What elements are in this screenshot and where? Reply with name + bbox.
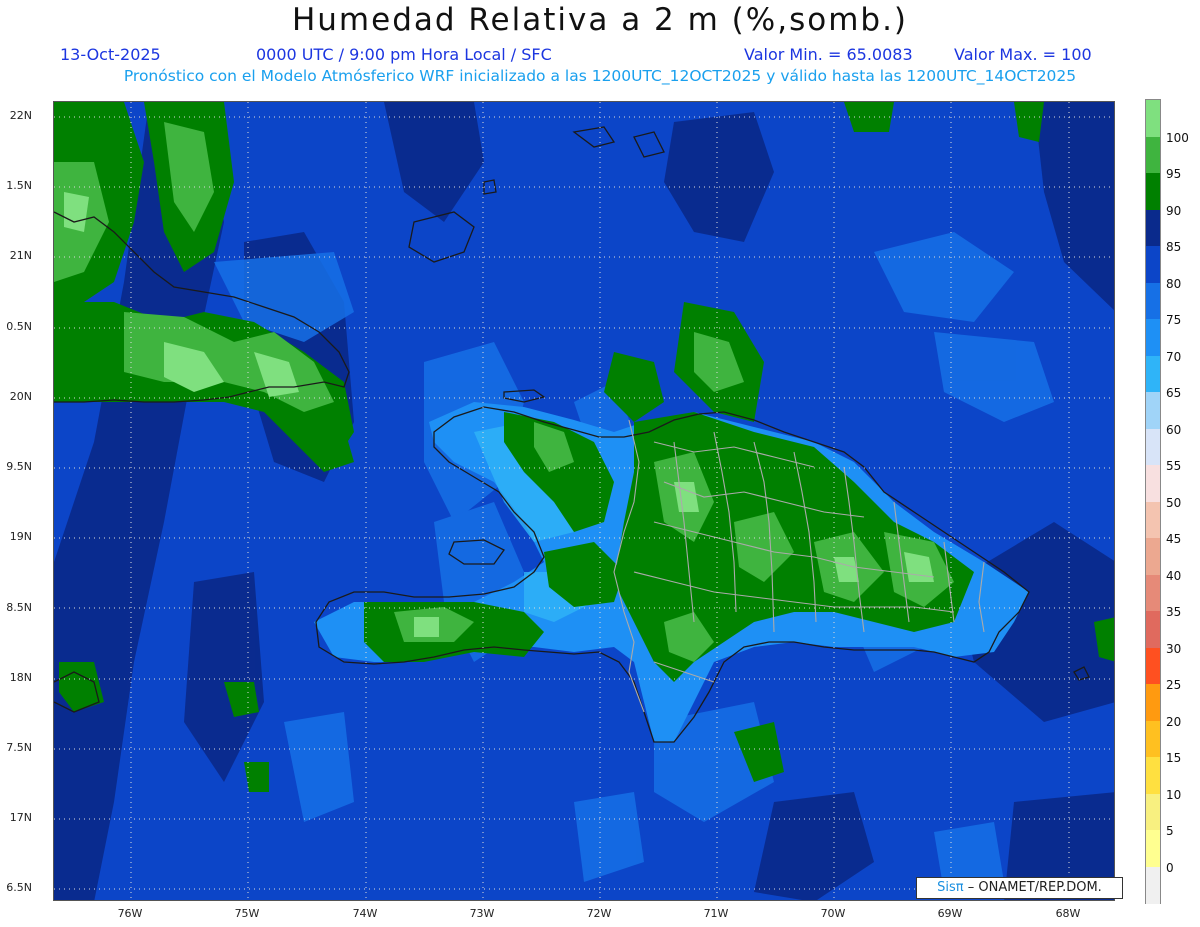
colorbar-label: 15 — [1166, 751, 1182, 765]
colorbar-segment — [1146, 209, 1160, 247]
colorbar-segment — [1146, 684, 1160, 721]
lon-label: 74W — [352, 907, 378, 920]
humidity-map[interactable] — [53, 101, 1115, 901]
colorbar-segment — [1146, 173, 1160, 210]
colorbar-label: 70 — [1166, 349, 1182, 364]
min-value: Valor Min. = 65.0083 — [744, 45, 913, 64]
colorbar-label: 100 — [1166, 130, 1189, 145]
model-description: Pronóstico con el Modelo Atmósferico WRF… — [123, 67, 1077, 85]
map-title: Humedad Relativa a 2 m (%,somb.) — [291, 2, 909, 38]
credit-org: – ONAMET/REP.DOM. — [967, 880, 1102, 895]
max-value: Valor Max. = 100 — [954, 45, 1092, 64]
colorbar-label: 65 — [1166, 386, 1182, 400]
forecast-date: 13-Oct-2025 — [60, 45, 161, 64]
colorbar-segment — [1146, 830, 1160, 867]
colorbar-label: 90 — [1166, 203, 1182, 218]
lon-label: 68W — [1055, 907, 1081, 920]
sis-logo: Sisπ — [937, 880, 964, 895]
colorbar-label: 10 — [1166, 787, 1182, 802]
lat-label: 8.5N — [6, 601, 32, 614]
colorbar-segment — [1146, 392, 1160, 429]
colorbar — [1145, 99, 1161, 904]
colorbar-label: 80 — [1166, 276, 1182, 291]
colorbar-label: 45 — [1166, 532, 1182, 546]
lat-label: 21N — [9, 249, 32, 262]
colorbar-label: 75 — [1166, 313, 1182, 327]
colorbar-segment — [1146, 501, 1160, 539]
colorbar-segment — [1146, 538, 1160, 575]
colorbar-segment — [1146, 100, 1160, 137]
lat-label: 18N — [9, 671, 32, 684]
lon-label: 72W — [586, 907, 612, 920]
forecast-time: 0000 UTC / 9:00 pm Hora Local / SFC — [256, 45, 552, 64]
lat-label: 1.5N — [6, 179, 32, 192]
lat-label: 6.5N — [6, 881, 32, 894]
lon-label: 75W — [234, 907, 260, 920]
colorbar-segment — [1146, 465, 1160, 502]
colorbar-segment — [1146, 757, 1160, 794]
colorbar-segment — [1146, 136, 1160, 174]
colorbar-label: 50 — [1166, 495, 1182, 510]
colorbar-segment — [1146, 319, 1160, 356]
colorbar-segment — [1146, 866, 1160, 904]
lat-label: 20N — [9, 390, 32, 403]
lat-label: 19N — [9, 530, 32, 543]
lon-label: 76W — [117, 907, 143, 920]
colorbar-segment — [1146, 428, 1160, 466]
colorbar-segment — [1146, 611, 1160, 648]
colorbar-label: 30 — [1166, 641, 1182, 656]
lon-label: 70W — [820, 907, 846, 920]
colorbar-label: 0 — [1166, 860, 1174, 875]
colorbar-label: 55 — [1166, 459, 1182, 473]
colorbar-segment — [1146, 793, 1160, 831]
colorbar-label: 60 — [1166, 422, 1182, 437]
colorbar-label: 40 — [1166, 568, 1182, 583]
colorbar-label: 95 — [1166, 167, 1182, 181]
map-svg — [54, 102, 1114, 900]
colorbar-segment — [1146, 720, 1160, 758]
colorbar-segment — [1146, 574, 1160, 612]
lat-label: 22N — [9, 109, 32, 122]
lat-label: 7.5N — [6, 741, 32, 754]
colorbar-segment — [1146, 355, 1160, 393]
lon-label: 69W — [937, 907, 963, 920]
colorbar-label: 25 — [1166, 678, 1182, 692]
colorbar-label: 5 — [1166, 824, 1174, 838]
lon-label: 71W — [703, 907, 729, 920]
lat-label: 0.5N — [6, 320, 32, 333]
lat-label: 9.5N — [6, 460, 32, 473]
lat-label: 17N — [9, 811, 32, 824]
colorbar-segment — [1146, 282, 1160, 320]
credit-box: Sisπ – ONAMET/REP.DOM. — [916, 877, 1123, 899]
colorbar-label: 20 — [1166, 714, 1182, 729]
colorbar-label: 35 — [1166, 605, 1182, 619]
colorbar-segment — [1146, 647, 1160, 685]
colorbar-label: 85 — [1166, 240, 1182, 254]
lon-label: 73W — [469, 907, 495, 920]
colorbar-segment — [1146, 246, 1160, 283]
